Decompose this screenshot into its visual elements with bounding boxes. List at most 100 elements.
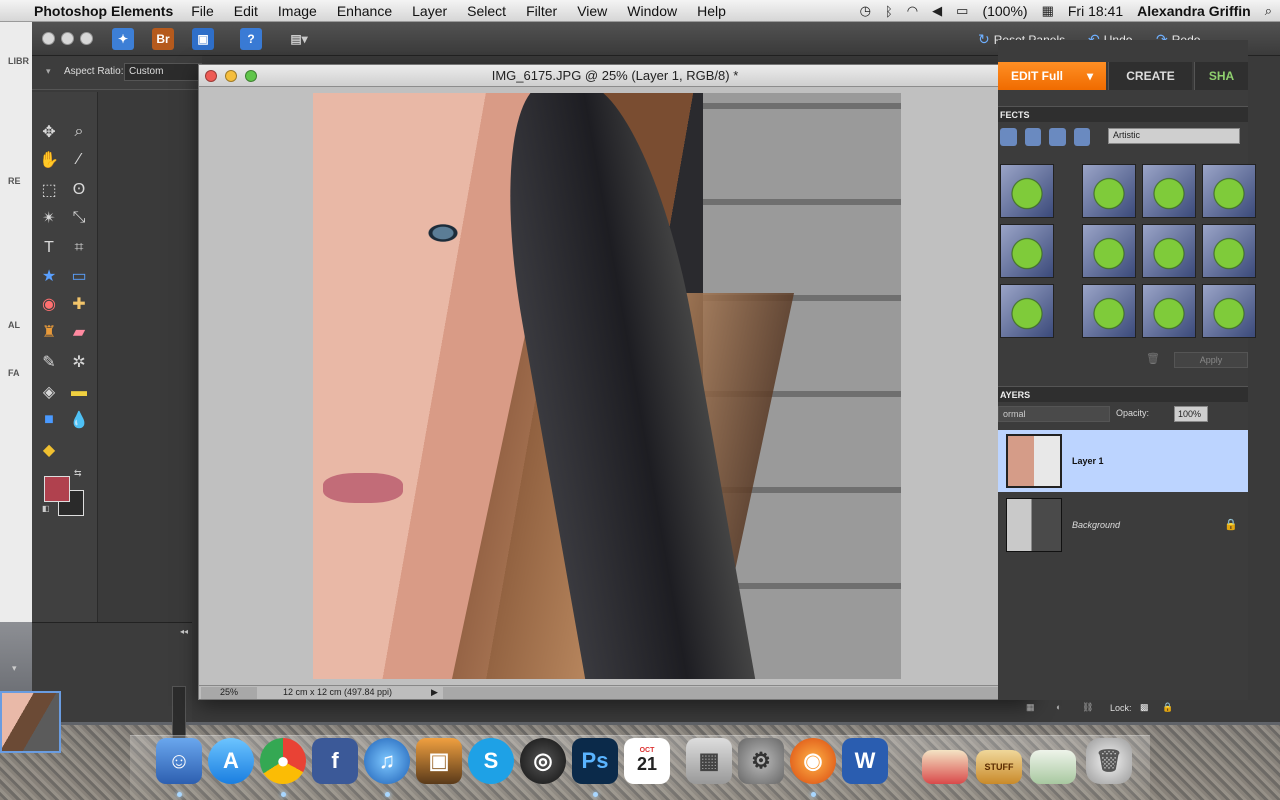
eraser-tool-icon[interactable]: ▰ [67,320,91,344]
downloads-folder-icon[interactable] [922,750,968,784]
layer-row-layer-1[interactable]: Layer 1 [998,430,1248,492]
layer-row-background[interactable]: Background 🔒 [998,494,1248,556]
adjustment-layer-icon[interactable]: ◐ [1056,702,1061,712]
clone-stamp-tool-icon[interactable]: ♜ [37,320,61,344]
volume-icon[interactable]: ◀ [932,3,942,19]
aperture-icon[interactable]: ◎ [520,738,566,784]
menu-filter[interactable]: Filter [526,3,557,19]
save-icon[interactable]: ▣ [192,28,214,50]
input-menu-icon[interactable]: ▦ [1042,3,1054,19]
project-bin-thumbnail[interactable] [0,691,61,753]
tab-share[interactable]: SHA [1194,62,1248,90]
documents-folder-icon[interactable] [1030,750,1076,784]
lock-transparency-icon[interactable]: ▩ [1140,702,1149,713]
info-arrow-icon[interactable]: ▶ [431,687,438,698]
menu-file[interactable]: File [191,3,214,19]
finder-icon[interactable]: ☺ [156,738,202,784]
effect-thumbnail[interactable] [1082,284,1136,338]
itunes-icon[interactable]: ♫ [364,738,410,784]
opacity-field[interactable]: 100% [1174,406,1208,422]
menu-select[interactable]: Select [467,3,506,19]
lasso-tool-icon[interactable]: ʘ [67,178,91,202]
new-layer-icon[interactable]: ▦ [1026,702,1035,713]
magic-wand-tool-icon[interactable]: ✴ [37,206,61,230]
user-menu[interactable]: Alexandra Griffin [1137,3,1251,19]
shape-tool-icon[interactable]: ■ [37,408,61,432]
bridge-button[interactable]: Br [152,28,174,50]
horizontal-scrollbar[interactable] [443,687,999,699]
foreground-color-swatch[interactable] [44,476,70,502]
tab-edit-dropdown-icon[interactable]: ▾ [1087,69,1093,83]
firefox-icon[interactable]: ◉ [790,738,836,784]
help-icon[interactable]: ? [240,28,262,50]
clock[interactable]: Fri 18:41 [1068,3,1123,19]
trash-icon[interactable]: 🗑 [1086,738,1132,784]
chrome-icon[interactable]: ● [260,738,306,784]
zoom-level-field[interactable]: 25% [201,687,257,699]
calculator-icon[interactable]: ▦ [686,738,732,784]
healing-brush-tool-icon[interactable]: ✚ [67,292,91,316]
time-machine-icon[interactable]: ◷ [860,3,871,19]
effects-category-select[interactable]: Artistic [1108,128,1240,144]
effects-panel-header[interactable]: FECTS [998,106,1248,122]
smart-brush-tool-icon[interactable]: ✲ [67,350,91,374]
window-minimize-button[interactable] [61,32,74,45]
system-preferences-icon[interactable]: ⚙ [738,738,784,784]
effect-thumbnail[interactable] [1202,284,1256,338]
arrange-icon[interactable]: ▤▾ [288,28,310,50]
effect-thumbnail[interactable] [1202,224,1256,278]
link-layers-icon[interactable]: ⛓ [1082,702,1093,713]
red-eye-tool-icon[interactable]: ◉ [37,292,61,316]
effect-thumbnail[interactable] [1000,224,1054,278]
background-layer-thumbnail[interactable] [1006,498,1062,552]
blur-tool-icon[interactable]: 💧 [67,408,91,432]
layer-styles-icon[interactable] [1024,128,1041,146]
cookie-cutter-tool-icon[interactable]: ★ [37,264,61,288]
wifi-icon[interactable]: ◠ [907,3,918,19]
canvas-area[interactable] [199,87,1017,687]
layers-panel-header[interactable]: AYERS [998,386,1248,402]
blend-mode-select[interactable]: ormal [998,406,1110,422]
new-file-icon[interactable]: ✦ [112,28,134,50]
photo-canvas[interactable] [313,93,901,679]
document-titlebar[interactable]: IMG_6175.JPG @ 25% (Layer 1, RGB/8) * [199,65,1031,87]
straighten-tool-icon[interactable]: ▭ [67,264,91,288]
aspect-ratio-select[interactable]: Custom [124,63,202,81]
effect-thumbnail[interactable] [1000,284,1054,338]
layer-1-thumbnail[interactable] [1006,434,1062,488]
window-zoom-button[interactable] [80,32,93,45]
tab-edit-full[interactable]: EDIT Full ▾ [998,62,1106,90]
effect-thumbnail[interactable] [1142,224,1196,278]
gradient-tool-icon[interactable]: ▬ [67,380,91,404]
lock-all-icon[interactable]: 🔒 [1162,702,1173,713]
facebook-icon[interactable]: f [312,738,358,784]
filters-icon[interactable] [1000,128,1017,146]
fx-icon[interactable] [1073,128,1090,146]
effect-thumbnail[interactable] [1142,164,1196,218]
word-icon[interactable]: W [842,738,888,784]
hand-tool-icon[interactable]: ✋ [37,148,61,172]
spotlight-search-icon[interactable]: ⌕ [1265,3,1272,19]
zoom-tool-icon[interactable]: ⌕ [67,120,91,144]
battery-percent[interactable]: (100%) [982,3,1027,19]
menu-layer[interactable]: Layer [412,3,447,19]
menu-window[interactable]: Window [627,3,677,19]
eyedropper-tool-icon[interactable]: ⁄ [67,148,91,172]
sponge-tool-icon[interactable]: ◆ [37,438,61,462]
swap-colors-icon[interactable]: ⇆ [74,468,82,479]
photoshop-icon[interactable]: Ps [572,738,618,784]
stuff-folder-icon[interactable]: STUFF [976,750,1022,784]
default-colors-icon[interactable]: ◧ [42,504,50,513]
battery-icon[interactable]: ▭ [956,3,968,19]
apply-effect-button[interactable]: Apply [1174,352,1248,368]
menu-view[interactable]: View [577,3,607,19]
menu-edit[interactable]: Edit [234,3,258,19]
calendar-icon[interactable]: OCT 21 [624,738,670,784]
window-close-button[interactable] [42,32,55,45]
menu-enhance[interactable]: Enhance [337,3,392,19]
quick-selection-tool-icon[interactable]: ⤡ [67,206,91,230]
collapse-bin-icon[interactable]: ◂◂ [180,627,188,636]
type-tool-icon[interactable]: T [37,236,61,260]
iphoto-icon[interactable]: ▣ [416,738,462,784]
effect-thumbnail[interactable] [1082,164,1136,218]
